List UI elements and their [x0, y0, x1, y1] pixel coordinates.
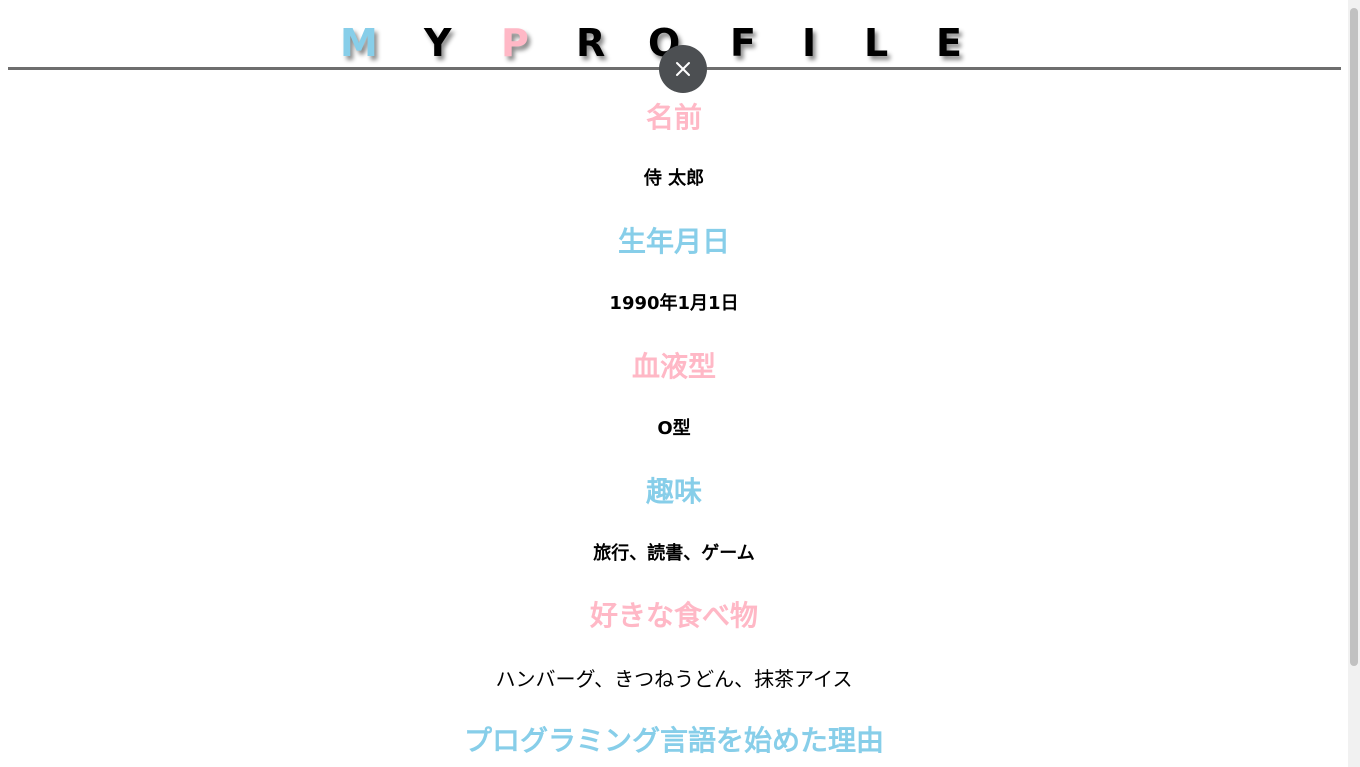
programming-reason-heading: プログラミング言語を始めた理由 — [463, 724, 884, 757]
profile-content: 名前 侍 太郎 生年月日 1990年1月1日 血液型 O型 趣味 旅行、読書、ゲ… — [0, 0, 1348, 767]
birthday-value: 1990年1月1日 — [609, 293, 739, 314]
blood-type-value: O型 — [657, 418, 691, 439]
name-value: 侍 太郎 — [643, 168, 705, 189]
scrollbar-thumb[interactable] — [1350, 8, 1358, 666]
profile-page: M Y P R O F I L E 名前 侍 太郎 生年月日 1990年1月1日… — [0, 0, 1360, 767]
hobby-value: 旅行、読書、ゲーム — [593, 543, 755, 564]
close-icon — [676, 62, 690, 76]
favorite-food-heading: 好きな食べ物 — [589, 599, 758, 632]
birthday-heading: 生年月日 — [617, 225, 730, 258]
close-button[interactable] — [659, 45, 707, 93]
vertical-scrollbar[interactable] — [1348, 0, 1360, 767]
hobby-heading: 趣味 — [645, 475, 702, 508]
blood-type-heading: 血液型 — [631, 350, 716, 383]
name-heading: 名前 — [645, 101, 702, 134]
favorite-food-value: ハンバーグ、きつねうどん、抹茶アイス — [495, 667, 853, 691]
